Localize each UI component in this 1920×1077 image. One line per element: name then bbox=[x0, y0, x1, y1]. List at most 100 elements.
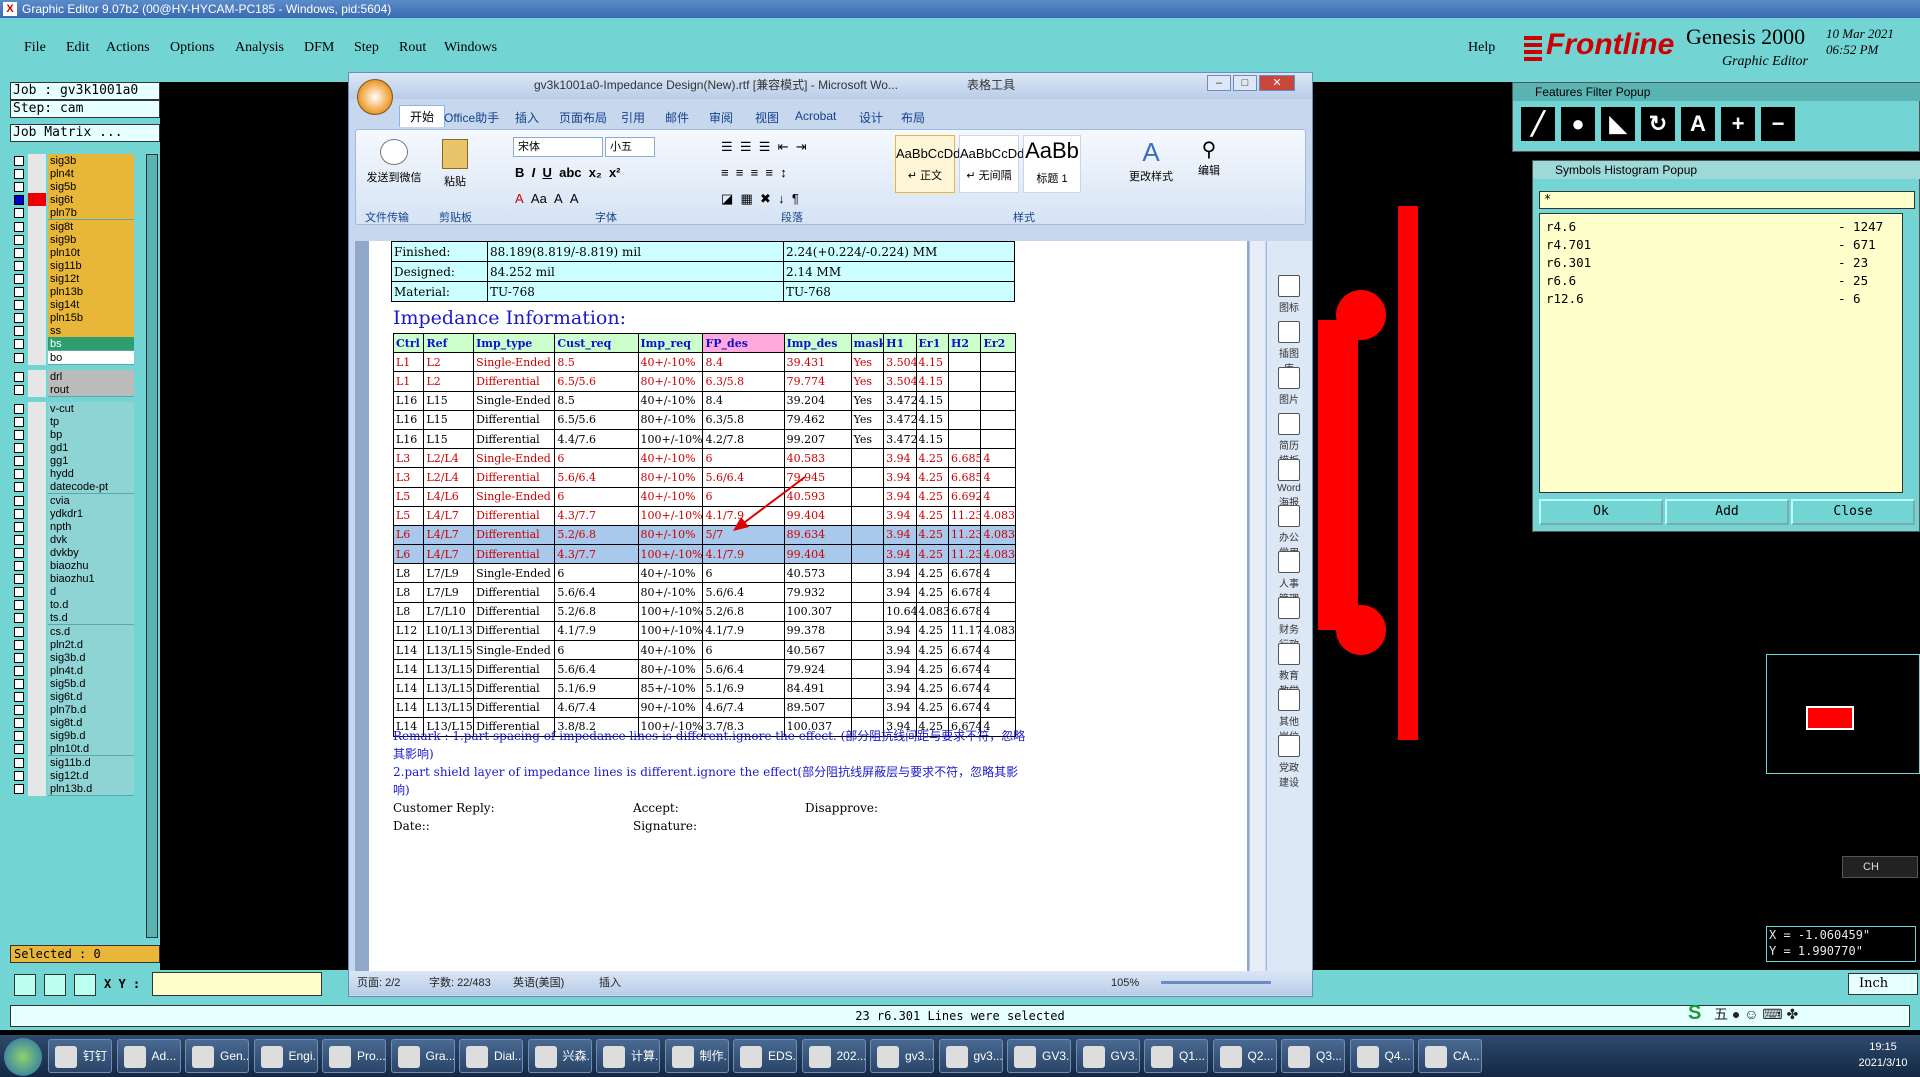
layer-name[interactable]: ydkdr1 bbox=[48, 506, 134, 521]
close-button[interactable]: Close bbox=[1791, 499, 1915, 525]
impedance-cell[interactable]: 80+/-10% bbox=[637, 467, 704, 488]
impedance-cell[interactable]: 6 bbox=[554, 563, 639, 584]
impedance-cell[interactable] bbox=[850, 448, 885, 469]
impedance-cell[interactable]: 40.583 bbox=[783, 448, 852, 469]
impedance-cell[interactable]: Differential bbox=[473, 505, 556, 526]
impedance-cell[interactable]: 4.25 bbox=[915, 467, 950, 488]
impedance-cell[interactable]: 11.177 bbox=[948, 620, 982, 642]
impedance-row[interactable]: L14 L13/L15 Differential 4.6/7.4 90+/-10% 4.6… bbox=[392, 697, 1016, 718]
sogou-icon[interactable]: S bbox=[1688, 1002, 1701, 1025]
layer-checkbox[interactable] bbox=[14, 300, 24, 311]
impedance-cell[interactable]: L8 bbox=[392, 563, 425, 584]
layer-checkbox[interactable] bbox=[14, 371, 24, 382]
send-wechat-group[interactable]: 发送到微信 bbox=[359, 139, 429, 185]
pcb-pad[interactable] bbox=[1336, 290, 1386, 340]
impedance-cell[interactable]: 3.94 bbox=[883, 582, 917, 603]
pcb-trace[interactable] bbox=[1398, 206, 1418, 740]
impedance-row[interactable]: L14 L13/L15 Single-Ended 6 40+/-10% 6 40.567 3.… bbox=[392, 639, 1016, 661]
zoom-level[interactable]: 105% bbox=[1111, 971, 1139, 995]
ribbon-tab[interactable]: 开始 bbox=[399, 105, 446, 127]
impedance-cell[interactable]: L3 bbox=[392, 467, 425, 488]
impedance-cell[interactable]: 4.25 bbox=[915, 678, 950, 699]
sidebar-item[interactable]: 图标 bbox=[1275, 275, 1303, 314]
impedance-cell[interactable]: L6 bbox=[392, 524, 425, 546]
impedance-cell[interactable]: 100+/-10% bbox=[637, 505, 704, 526]
surface-filter-icon[interactable]: ◣ bbox=[1599, 105, 1637, 143]
impedance-cell[interactable]: L5 bbox=[392, 486, 425, 507]
impedance-cell[interactable]: 5.6/6.4 bbox=[702, 582, 785, 603]
menu-options[interactable]: Options bbox=[170, 40, 214, 56]
taskbar-button[interactable]: Gra... bbox=[390, 1039, 455, 1073]
zoom-tool-icon[interactable] bbox=[14, 974, 36, 996]
layer-checkbox[interactable] bbox=[14, 182, 24, 193]
layer-checkbox[interactable] bbox=[14, 234, 24, 245]
layer-checkbox[interactable] bbox=[14, 718, 24, 729]
impedance-cell[interactable]: 4 bbox=[980, 659, 1016, 680]
taskbar-button[interactable]: CA... bbox=[1418, 1039, 1482, 1073]
ribbon-tab[interactable]: 设计 bbox=[859, 109, 883, 126]
layer-checkbox[interactable] bbox=[14, 626, 24, 637]
layer-row[interactable]: cvia bbox=[10, 493, 134, 508]
menu-step[interactable]: Step bbox=[354, 40, 379, 56]
layer-checkbox[interactable] bbox=[14, 613, 24, 624]
impedance-cell[interactable]: L7/L9 bbox=[423, 582, 475, 603]
menu-actions[interactable]: Actions bbox=[106, 40, 150, 56]
impedance-cell[interactable]: 6 bbox=[554, 448, 639, 469]
impedance-cell[interactable]: 6.692 bbox=[948, 486, 982, 507]
impedance-cell[interactable]: 3.94 bbox=[883, 563, 917, 584]
impedance-row[interactable]: L8 L7/L9 Differential 5.6/6.4 80+/-10% 5.6/6.… bbox=[392, 582, 1016, 603]
layer-name[interactable]: sig5b.d bbox=[48, 676, 134, 691]
symbol-row[interactable]: r6.301 - 23 bbox=[1546, 254, 1896, 272]
layer-name[interactable]: sig6t bbox=[48, 193, 134, 208]
impedance-cell[interactable]: 4.25 bbox=[915, 697, 950, 718]
layer-name[interactable]: pln10t.d bbox=[48, 742, 134, 757]
impedance-cell[interactable]: Differential bbox=[473, 409, 556, 430]
taskbar-button[interactable]: Dial... bbox=[459, 1039, 523, 1073]
taskbar-button[interactable]: gv3... bbox=[870, 1039, 934, 1073]
impedance-cell[interactable]: L15 bbox=[423, 390, 475, 411]
impedance-cell[interactable]: 40+/-10% bbox=[637, 639, 704, 661]
style-no-spacing[interactable]: AaBbCcDd ↵ 无间隔 bbox=[959, 135, 1024, 193]
impedance-cell[interactable]: 3.94 bbox=[883, 524, 917, 546]
layer-row[interactable]: drl bbox=[10, 369, 134, 384]
impedance-cell[interactable]: 4 bbox=[980, 486, 1016, 507]
layer-row[interactable]: sig12t bbox=[10, 271, 134, 286]
impedance-cell[interactable]: L4/L7 bbox=[423, 524, 475, 546]
impedance-cell[interactable]: 79.932 bbox=[783, 582, 852, 603]
impedance-row[interactable]: L5 L4/L6 Single-Ended 6 40+/-10% 6 40.593 3.94 4… bbox=[392, 486, 1016, 507]
taskbar-button[interactable]: Q3... bbox=[1281, 1039, 1345, 1073]
impedance-cell[interactable]: L15 bbox=[423, 409, 475, 430]
layer-checkbox[interactable] bbox=[14, 273, 24, 284]
layer-name[interactable]: d bbox=[48, 585, 134, 600]
layer-checkbox[interactable] bbox=[14, 574, 24, 585]
impedance-cell[interactable]: 40+/-10% bbox=[637, 390, 704, 411]
layer-name[interactable]: ts.d bbox=[48, 611, 134, 626]
impedance-cell[interactable]: 4.3/7.7 bbox=[554, 505, 639, 526]
ribbon-tab[interactable]: 审阅 bbox=[709, 109, 733, 126]
layer-checkbox[interactable] bbox=[14, 521, 24, 532]
impedance-cell[interactable]: 3.94 bbox=[883, 697, 917, 718]
layer-checkbox[interactable] bbox=[14, 495, 24, 506]
impedance-cell[interactable]: 99.207 bbox=[783, 428, 852, 450]
impedance-cell[interactable] bbox=[850, 697, 885, 718]
layer-checkbox[interactable] bbox=[14, 416, 24, 427]
shading-buttons[interactable]: ◪ ▦ ✖ ↓ ¶ bbox=[721, 191, 799, 207]
impedance-cell[interactable]: 79.462 bbox=[783, 409, 852, 430]
layer-checkbox[interactable] bbox=[14, 169, 24, 180]
material-cell[interactable]: 2.24(+0.224/-0.224) MM bbox=[783, 241, 1015, 262]
system-clock[interactable]: 19:15 2021/3/10 bbox=[1852, 1039, 1914, 1071]
impedance-cell[interactable]: 3.94 bbox=[883, 639, 917, 661]
impedance-cell[interactable]: 6 bbox=[702, 639, 785, 661]
impedance-cell[interactable] bbox=[850, 467, 885, 488]
impedance-cell[interactable]: 40+/-10% bbox=[637, 486, 704, 507]
impedance-cell[interactable]: 5.2/6.8 bbox=[702, 601, 785, 622]
impedance-cell[interactable]: Single-Ended bbox=[473, 486, 556, 507]
impedance-cell[interactable]: 11.232 bbox=[948, 505, 982, 526]
impedance-cell[interactable]: L14 bbox=[392, 678, 425, 699]
impedance-row[interactable]: L16 L15 Differential 4.4/7.6 100+/-10% 4.2/7.… bbox=[392, 428, 1016, 450]
impedance-cell[interactable] bbox=[948, 371, 982, 392]
impedance-cell[interactable] bbox=[850, 505, 885, 526]
impedance-cell[interactable] bbox=[850, 544, 885, 565]
layer-name[interactable]: pln13b bbox=[48, 285, 134, 299]
layer-checkbox[interactable] bbox=[14, 482, 24, 493]
